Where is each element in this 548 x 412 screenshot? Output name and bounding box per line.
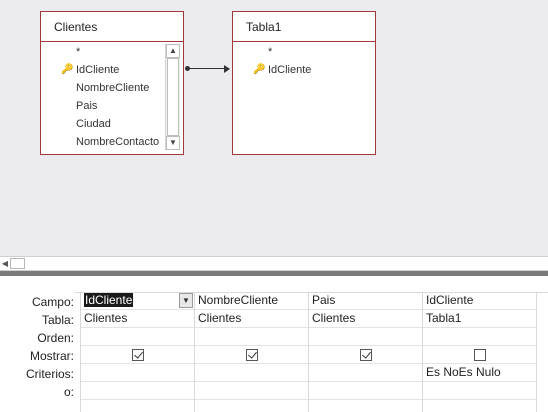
checkmark-icon — [248, 349, 257, 359]
criterios-cell[interactable] — [309, 364, 423, 382]
campo-cell[interactable]: NombreCliente — [195, 292, 309, 310]
field-item-nombrecliente[interactable]: NombreCliente — [76, 79, 149, 97]
orden-cell[interactable] — [195, 328, 309, 346]
key-icon: 🔑 — [61, 64, 74, 75]
field-item-all[interactable]: * — [268, 43, 272, 61]
mostrar-cell[interactable] — [423, 346, 537, 364]
criterios-cell[interactable]: Es NoEs Nulo — [423, 364, 537, 382]
field-item-nombrecontacto[interactable]: NombreContacto — [76, 133, 164, 151]
tabla-cell[interactable]: Clientes — [309, 310, 423, 328]
join-line-endpoint — [185, 66, 190, 71]
join-arrow-icon — [224, 65, 230, 73]
field-list-tabla1[interactable]: Tabla1 * 🔑 IdCliente — [232, 11, 376, 155]
campo-cell[interactable]: IdCliente — [423, 292, 537, 310]
field-list-scrollbar[interactable]: ▲ ▼ — [165, 44, 180, 150]
row-label-tabla: Tabla: — [41, 313, 74, 327]
o-cell[interactable] — [423, 382, 537, 400]
mostrar-cell[interactable] — [309, 346, 423, 364]
chevron-down-icon[interactable]: ▼ — [179, 293, 193, 308]
field-item-ciudad[interactable]: Ciudad — [76, 115, 111, 133]
tabla-cell[interactable]: Tabla1 — [423, 310, 537, 328]
orden-cell[interactable] — [81, 328, 195, 346]
grid-column[interactable]: NombreCliente Clientes — [194, 292, 309, 412]
grid-column-empty[interactable] — [536, 292, 548, 412]
o-cell[interactable] — [309, 382, 423, 400]
show-checkbox[interactable] — [132, 349, 144, 361]
query-design-area[interactable]: Clientes * 🔑 IdCliente NombreCliente Pais… — [0, 0, 548, 256]
tabla-cell[interactable]: Clientes — [195, 310, 309, 328]
field-item-idcliente[interactable]: 🔑 IdCliente — [61, 61, 119, 79]
row-label-campo: Campo: — [31, 295, 74, 309]
field-list-clientes[interactable]: Clientes * 🔑 IdCliente NombreCliente Pais… — [40, 11, 184, 155]
query-design-grid[interactable]: Campo: Tabla: Orden: Mostrar: Criterios:… — [0, 276, 548, 412]
campo-cell[interactable]: IdCliente ▼ — [81, 292, 195, 310]
field-item-idcliente[interactable]: 🔑 IdCliente — [253, 61, 311, 79]
tabla-cell[interactable]: Clientes — [81, 310, 195, 328]
hscrollbar-thumb[interactable] — [10, 258, 25, 269]
grid-column[interactable]: Pais Clientes — [308, 292, 423, 412]
orden-cell[interactable] — [309, 328, 423, 346]
row-label-o: o: — [63, 385, 74, 399]
o-cell[interactable] — [81, 382, 195, 400]
field-list-title[interactable]: Clientes — [41, 12, 183, 42]
field-list-title[interactable]: Tabla1 — [233, 12, 375, 42]
field-item-all[interactable]: * — [76, 43, 80, 61]
criterios-cell[interactable] — [195, 364, 309, 382]
grid-column[interactable]: IdCliente Tabla1 Es NoEs Nulo — [422, 292, 537, 412]
orden-cell[interactable] — [423, 328, 537, 346]
show-checkbox[interactable] — [360, 349, 372, 361]
scrollbar-thumb[interactable] — [167, 58, 179, 136]
scroll-down-arrow-icon[interactable]: ▼ — [166, 136, 180, 150]
scroll-up-arrow-icon[interactable]: ▲ — [166, 44, 180, 58]
design-area-hscrollbar[interactable]: ◀ — [0, 256, 548, 271]
row-label-mostrar: Mostrar: — [29, 349, 74, 363]
mostrar-cell[interactable] — [195, 346, 309, 364]
criterios-cell[interactable] — [81, 364, 195, 382]
grid-column[interactable]: IdCliente ▼ Clientes — [80, 292, 195, 412]
show-checkbox[interactable] — [474, 349, 486, 361]
row-label-criterios: Criterios: — [25, 367, 74, 381]
show-checkbox[interactable] — [246, 349, 258, 361]
relationship-join-line[interactable] — [187, 68, 229, 69]
checkmark-icon — [134, 349, 143, 359]
scroll-left-arrow-icon[interactable]: ◀ — [0, 257, 10, 270]
key-icon: 🔑 — [253, 64, 266, 75]
o-cell[interactable] — [195, 382, 309, 400]
campo-cell[interactable]: Pais — [309, 292, 423, 310]
checkmark-icon — [362, 349, 371, 359]
row-label-orden: Orden: — [37, 331, 74, 345]
field-item-pais[interactable]: Pais — [76, 97, 97, 115]
mostrar-cell[interactable] — [81, 346, 195, 364]
